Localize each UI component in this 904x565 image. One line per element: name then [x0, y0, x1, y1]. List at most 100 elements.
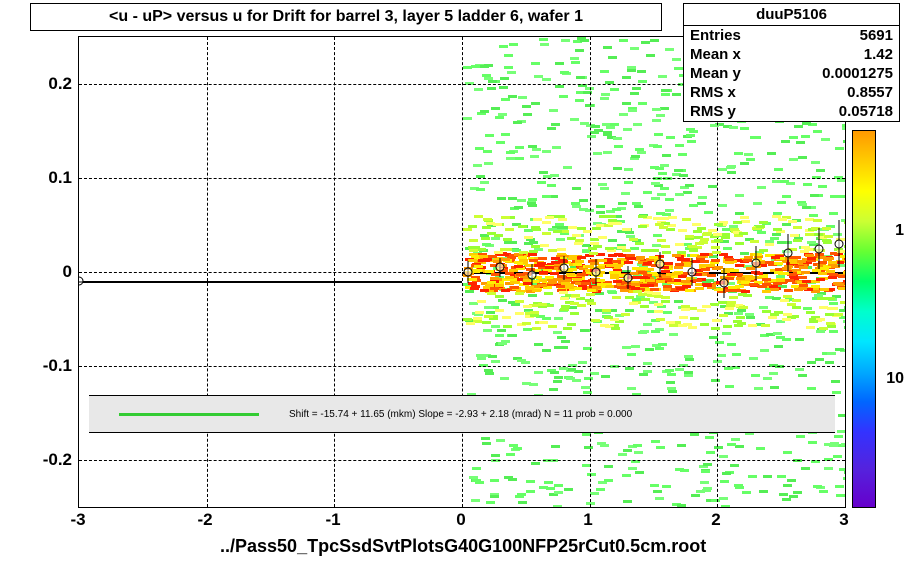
heat-cell	[620, 289, 629, 292]
heat-cell	[733, 221, 742, 224]
heat-cell	[557, 248, 566, 251]
heat-cell	[528, 204, 537, 207]
heat-cell	[736, 316, 745, 319]
heat-cell	[598, 183, 607, 186]
heat-cell	[646, 279, 655, 282]
heat-cell	[756, 225, 765, 228]
heat-cell	[654, 133, 663, 136]
ytick-m0p2: -0.2	[12, 450, 72, 470]
heat-cell	[662, 251, 671, 254]
heat-cell	[556, 215, 565, 218]
heat-cell	[682, 218, 691, 221]
heat-cell	[762, 278, 771, 281]
heat-cell	[548, 249, 557, 252]
heat-cell	[721, 505, 730, 508]
heat-cell	[704, 211, 713, 214]
heat-cell	[634, 451, 643, 454]
colorbar	[852, 130, 876, 508]
heat-cell	[613, 137, 622, 140]
heat-cell	[528, 198, 537, 201]
heat-cell	[623, 128, 632, 131]
heat-cell	[678, 153, 687, 156]
heat-cell	[666, 381, 675, 384]
heat-cell	[606, 264, 615, 267]
heat-cell	[656, 280, 665, 283]
heat-cell	[773, 228, 782, 231]
heat-cell	[691, 494, 700, 497]
heat-cell	[465, 290, 474, 293]
heat-cell	[561, 39, 570, 42]
heat-cell	[699, 241, 708, 244]
heat-cell	[839, 309, 846, 312]
heat-cell	[577, 256, 586, 259]
heat-cell	[514, 206, 523, 209]
heat-cell	[560, 308, 569, 311]
heat-cell	[632, 202, 641, 205]
heat-cell	[604, 479, 613, 482]
heat-cell	[623, 449, 632, 452]
profile-marker	[78, 277, 84, 286]
heat-cell	[554, 491, 563, 494]
heat-cell	[621, 313, 630, 316]
heat-cell	[674, 67, 683, 70]
stats-rmsx-label: RMS x	[690, 84, 736, 101]
heat-cell	[497, 329, 506, 332]
heat-cell	[630, 247, 639, 250]
heat-cell	[484, 306, 493, 309]
heat-cell	[600, 187, 609, 190]
heat-cell	[633, 123, 642, 126]
heat-cell	[528, 294, 537, 297]
heat-cell	[563, 166, 572, 169]
heat-cell	[551, 261, 560, 264]
heat-cell	[576, 76, 585, 79]
heat-cell	[601, 375, 610, 378]
heat-cell	[482, 74, 491, 77]
heat-cell	[835, 485, 844, 488]
heat-cell	[518, 501, 527, 504]
heat-cell	[571, 294, 580, 297]
heat-cell	[735, 285, 744, 288]
heat-cell	[652, 119, 661, 122]
heat-cell	[825, 361, 834, 364]
heat-cell	[566, 273, 575, 276]
heat-cell	[602, 309, 611, 312]
heat-cell	[594, 129, 603, 132]
heat-cell	[729, 126, 738, 129]
heat-cell	[509, 269, 518, 272]
heat-cell	[554, 317, 563, 320]
heat-cell	[695, 287, 704, 290]
heat-cell	[845, 276, 846, 279]
heat-cell	[475, 311, 484, 314]
heat-cell	[737, 309, 746, 312]
heat-cell	[518, 256, 527, 259]
heat-cell	[640, 305, 649, 308]
heat-cell	[471, 285, 480, 288]
heat-cell	[641, 249, 650, 252]
heat-cell	[519, 251, 528, 254]
heat-cell	[552, 146, 561, 149]
heat-cell	[818, 185, 827, 188]
heat-cell	[563, 327, 572, 330]
heat-cell	[539, 171, 548, 174]
heat-cell	[585, 299, 594, 302]
heat-cell	[532, 228, 541, 231]
heat-cell	[508, 241, 517, 244]
heat-cell	[498, 299, 507, 302]
heat-cell	[619, 39, 628, 42]
heat-cell	[547, 184, 556, 187]
heat-cell	[501, 258, 510, 261]
fit-text: Shift = -15.74 + 11.65 (mkm) Slope = -2.…	[289, 409, 632, 420]
heat-cell	[551, 123, 560, 126]
heat-cell	[531, 102, 540, 105]
heat-cell	[761, 324, 770, 327]
heat-cell	[753, 202, 762, 205]
stats-meany: Mean y 0.0001275	[684, 64, 899, 83]
heat-cell	[624, 261, 633, 264]
heat-cell	[750, 240, 759, 243]
heat-cell	[650, 166, 659, 169]
heat-cell	[666, 136, 675, 139]
stats-meanx-value: 1.42	[864, 46, 893, 63]
heat-cell	[555, 85, 564, 88]
heat-cell	[564, 488, 573, 491]
heat-cell	[742, 491, 751, 494]
